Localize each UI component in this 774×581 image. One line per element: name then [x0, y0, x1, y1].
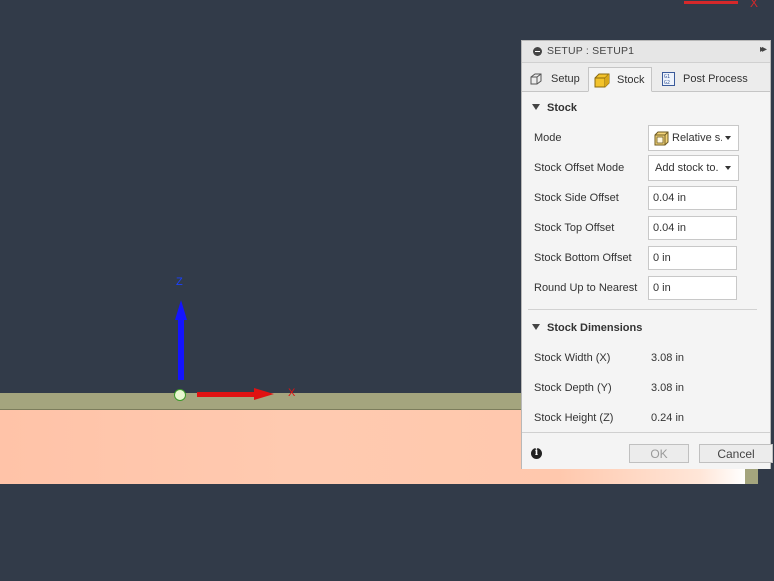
view-cube-axis: X — [684, 0, 758, 10]
x-axis-arrowhead — [254, 388, 274, 400]
collapse-triangle-icon — [532, 104, 540, 110]
post-process-icon: G1 G2 — [662, 72, 675, 89]
tab-setup-label: Setup — [551, 73, 580, 85]
tab-stock[interactable]: Stock — [588, 67, 652, 92]
x-axis-label: X — [288, 387, 296, 399]
corner-x-axis-label: X — [750, 0, 759, 10]
x-axis-arrow — [197, 392, 255, 397]
mode-dropdown[interactable]: Relative s... — [648, 125, 739, 151]
z-axis-arrow — [178, 318, 184, 380]
setup-icon — [529, 72, 543, 89]
info-icon[interactable]: i — [531, 448, 542, 459]
stock-width-label: Stock Width (X) — [534, 352, 611, 364]
stock-offset-mode-label: Stock Offset Mode — [534, 162, 625, 174]
dialog-title-bar[interactable]: SETUP : SETUP1 ▸▸ — [522, 41, 770, 63]
stock-depth-value: 3.08 in — [651, 382, 685, 394]
stock-top-offset-input[interactable]: 0.04 in — [648, 216, 737, 240]
collapse-dialog-icon[interactable] — [533, 47, 542, 56]
stock-depth-label: Stock Depth (Y) — [534, 382, 612, 394]
stock-offset-mode-value: Add stock to... — [655, 162, 719, 174]
dialog-footer: i OK Cancel — [522, 432, 773, 469]
wcs-origin-point[interactable] — [174, 389, 186, 401]
dialog-title: SETUP : SETUP1 — [547, 45, 635, 57]
chevron-down-icon — [725, 136, 731, 140]
round-up-to-nearest-input[interactable]: 0 in — [648, 276, 737, 300]
tab-post-process-label: Post Process — [683, 73, 748, 85]
tab-stock-label: Stock — [617, 74, 645, 86]
corner-x-axis-line — [684, 1, 738, 4]
tab-post-process[interactable]: G1 G2 Post Process — [654, 67, 754, 91]
ok-button[interactable]: OK — [629, 444, 689, 463]
stock-section-header[interactable]: Stock — [532, 102, 577, 114]
round-up-to-nearest-label: Round Up to Nearest — [534, 282, 638, 294]
cancel-button[interactable]: Cancel — [699, 444, 773, 463]
setup-dialog: SETUP : SETUP1 ▸▸ Setup Stock G1 G2 Post … — [521, 40, 773, 469]
relative-box-icon — [654, 131, 669, 149]
stock-cube-icon — [594, 73, 610, 91]
stock-width-value: 3.08 in — [651, 352, 685, 364]
svg-text:G2: G2 — [664, 80, 670, 86]
section-divider — [528, 309, 757, 310]
mode-label: Mode — [534, 132, 562, 144]
chevron-down-icon — [725, 166, 731, 170]
stock-top-offset-label: Stock Top Offset — [534, 222, 615, 234]
stock-section-title: Stock — [547, 102, 577, 114]
z-axis-arrowhead — [175, 300, 187, 320]
stock-dimensions-title: Stock Dimensions — [547, 322, 643, 334]
stock-bottom-offset-input[interactable]: 0 in — [648, 246, 737, 270]
expand-dialog-icon[interactable]: ▸▸ — [760, 44, 767, 55]
stock-height-label: Stock Height (Z) — [534, 412, 614, 424]
stock-dimensions-section-header[interactable]: Stock Dimensions — [532, 322, 642, 334]
tab-setup[interactable]: Setup — [526, 67, 588, 91]
dialog-tabs: Setup Stock G1 G2 Post Process — [522, 63, 770, 92]
stock-offset-mode-dropdown[interactable]: Add stock to... — [648, 155, 739, 181]
stock-side-offset-input[interactable]: 0.04 in — [648, 186, 737, 210]
z-axis-label: Z — [176, 276, 183, 288]
mode-value: Relative s... — [672, 132, 722, 144]
stock-bottom-offset-label: Stock Bottom Offset — [534, 252, 632, 264]
stock-height-value: 0.24 in — [651, 412, 685, 424]
stock-side-offset-label: Stock Side Offset — [534, 192, 619, 204]
collapse-triangle-icon — [532, 324, 540, 330]
